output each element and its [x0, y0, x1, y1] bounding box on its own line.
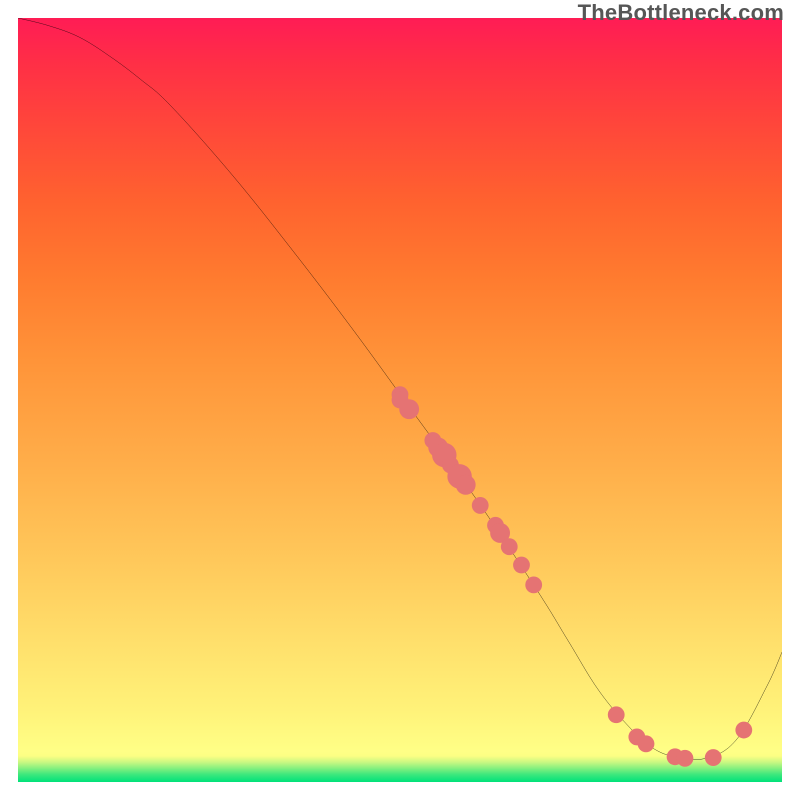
curve-marker [735, 722, 752, 739]
curve-marker [501, 538, 518, 555]
curve-marker [608, 706, 625, 723]
curve-marker [392, 386, 409, 403]
curve-path [18, 18, 782, 760]
plot-area [18, 18, 782, 782]
curve-marker [525, 576, 542, 593]
chart-stage: TheBottleneck.com [0, 0, 800, 800]
curve-marker [447, 464, 471, 488]
curve-marker [487, 517, 504, 534]
curve-marker [432, 443, 456, 467]
curve-marker [399, 399, 419, 419]
curve-marker [705, 749, 722, 766]
curve-marker [628, 729, 645, 746]
curve-marker [424, 432, 441, 449]
curve-marker [428, 437, 448, 457]
curve-marker [442, 457, 459, 474]
curve-marker [667, 748, 684, 765]
curve-svg [18, 18, 782, 782]
curve-marker [392, 392, 409, 409]
curve-marker [490, 523, 510, 543]
curve-markers [392, 386, 753, 766]
curve-marker [677, 750, 694, 767]
curve-marker [513, 557, 530, 574]
watermark-text: TheBottleneck.com [578, 0, 784, 26]
curve-marker [456, 475, 476, 495]
curve-marker [638, 735, 655, 752]
curve-marker [472, 497, 489, 514]
